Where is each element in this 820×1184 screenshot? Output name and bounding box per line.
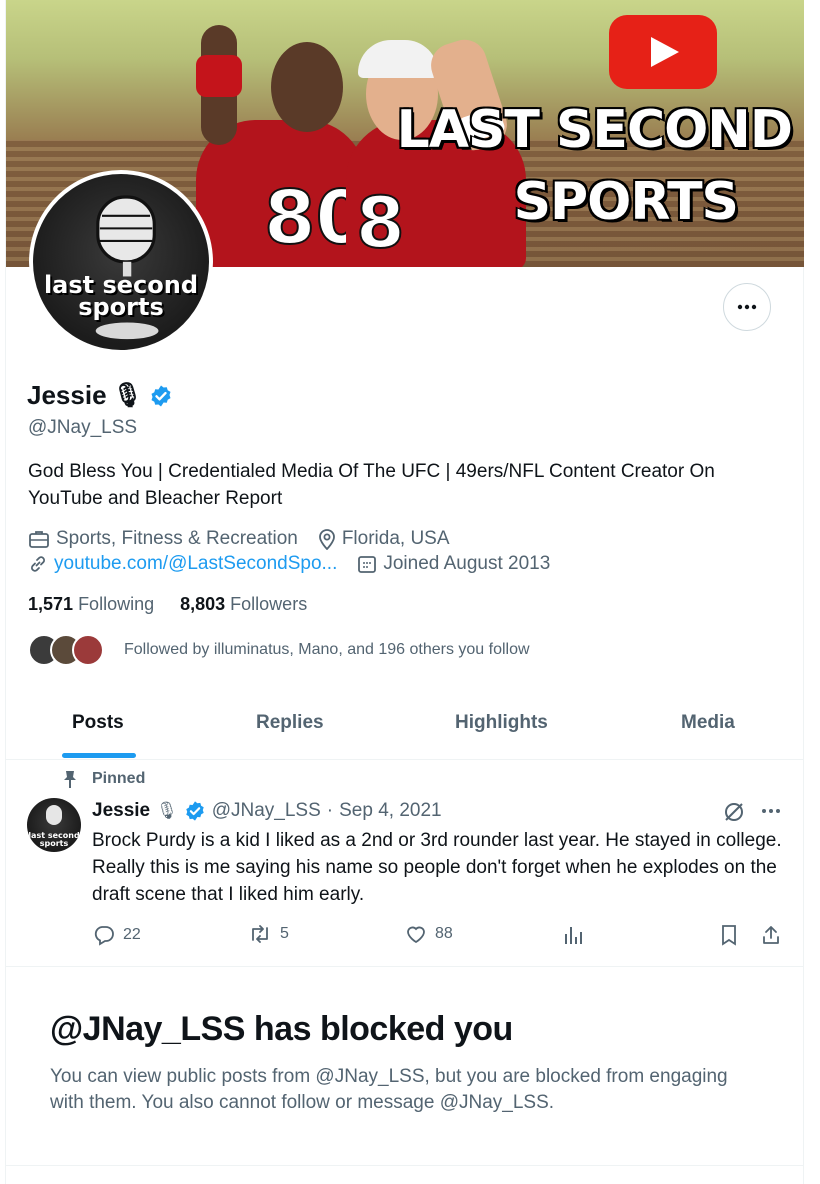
- location-text: Florida, USA: [341, 528, 450, 549]
- microphone-icon: last second sports: [28, 805, 80, 848]
- profile-bio: God Bless You | Credentialed Media Of Th…: [28, 461, 715, 509]
- tab-replies[interactable]: Replies: [256, 712, 324, 734]
- tab-posts[interactable]: Posts: [72, 712, 124, 734]
- jersey-number-right: 8: [355, 181, 406, 265]
- profile-name: Jessie: [27, 380, 107, 410]
- post-separator: ·: [326, 800, 334, 821]
- category-text: Sports, Fitness & Recreation: [56, 528, 298, 549]
- reply-icon: [94, 926, 114, 946]
- more-options-button[interactable]: [723, 283, 771, 331]
- profile-meta-row-1: Sports, Fitness & Recreation Florida, US…: [28, 528, 470, 550]
- blocked-message: You can view public posts from @JNay_LSS…: [50, 1066, 728, 1113]
- profile-category: Sports, Fitness & Recreation: [28, 528, 298, 550]
- bottom-divider: [6, 1165, 804, 1166]
- player-right-cap: [358, 40, 438, 78]
- profile-avatar[interactable]: last second sports: [29, 170, 213, 354]
- youtube-logo-icon: [609, 15, 717, 89]
- profile-joined: Joined August 2013: [357, 553, 550, 575]
- post-author-handle[interactable]: @JNay_LSS: [212, 800, 321, 822]
- avatar-logo-text: last second sports: [33, 273, 209, 321]
- reply-count: 22: [123, 926, 141, 943]
- link-icon: [31, 556, 45, 572]
- followers-link[interactable]: 8,803 Followers: [180, 594, 307, 615]
- profile-handle: @JNay_LSS: [28, 417, 138, 438]
- verified-badge-icon[interactable]: [149, 384, 173, 408]
- post-more-icon[interactable]: [761, 808, 781, 814]
- followers-label: Followers: [230, 594, 308, 614]
- profile-name-row: Jessie 🎙: [27, 380, 173, 411]
- repost-icon: [252, 925, 268, 943]
- joined-text: Joined August 2013: [383, 553, 551, 574]
- microphone-emoji: 🎙: [156, 801, 178, 820]
- heart-icon: [407, 926, 425, 944]
- share-icon: [763, 926, 779, 944]
- repost-button[interactable]: 5: [248, 924, 289, 944]
- grok-icon[interactable]: [722, 800, 746, 824]
- banner-title-line2: SPORTS: [513, 172, 739, 232]
- following-count: 1,571: [28, 594, 74, 614]
- pinned-label: Pinned: [92, 770, 146, 787]
- tab-media[interactable]: Media: [681, 712, 735, 734]
- views-button[interactable]: [563, 924, 583, 946]
- banner-title-line1: LAST SECOND: [396, 100, 793, 160]
- verified-badge-icon[interactable]: [184, 800, 206, 822]
- microphone-emoji: 🎙: [112, 382, 143, 409]
- location-pin-icon: [318, 529, 335, 550]
- pinned-indicator: Pinned: [62, 770, 145, 788]
- active-tab-indicator: [62, 753, 136, 758]
- follow-counts: 1,571 Following 8,803 Followers: [28, 594, 307, 615]
- briefcase-icon: [29, 531, 49, 548]
- profile-meta-row-2: youtube.com/@LastSecondSpo... Joined Aug…: [28, 553, 570, 575]
- like-count: 88: [435, 925, 453, 942]
- website-link[interactable]: youtube.com/@LastSecondSpo...: [54, 553, 337, 575]
- bookmark-button[interactable]: [720, 924, 738, 946]
- analytics-icon: [565, 927, 582, 944]
- post-divider: [6, 966, 804, 967]
- followed-by-text: Followed by illuminatus, Mano, and 196 o…: [124, 641, 530, 658]
- bookmark-icon: [722, 925, 736, 946]
- repost-count: 5: [280, 925, 289, 942]
- share-button[interactable]: [761, 924, 781, 946]
- post-text: Brock Purdy is a kid I liked as a 2nd or…: [92, 830, 782, 905]
- post-date[interactable]: Sep 4, 2021: [339, 800, 441, 822]
- avatar-image: last second sports: [33, 174, 209, 350]
- glove-left: [196, 55, 242, 97]
- calendar-icon: [358, 556, 377, 573]
- following-label: Following: [78, 594, 155, 614]
- post-actions: 22 5 88: [0, 922, 820, 952]
- microphone-icon: [95, 195, 159, 340]
- profile-location: Florida, USA: [318, 528, 450, 550]
- post-header: Jessie 🎙 @JNay_LSS · Sep 4, 2021: [92, 800, 442, 822]
- followed-by-row[interactable]: Followed by illuminatus, Mano, and 196 o…: [28, 634, 530, 666]
- followers-count: 8,803: [180, 594, 226, 614]
- post-author-name[interactable]: Jessie: [92, 800, 150, 822]
- tab-highlights[interactable]: Highlights: [455, 712, 548, 734]
- mutual-avatar: [72, 634, 104, 666]
- more-dots-icon: [737, 304, 757, 310]
- like-button[interactable]: 88: [405, 924, 453, 944]
- blocked-title: @JNay_LSS has blocked you: [50, 1010, 513, 1048]
- profile-website[interactable]: youtube.com/@LastSecondSpo...: [28, 553, 337, 575]
- player-left-head: [271, 42, 343, 132]
- reply-button[interactable]: 22: [93, 924, 141, 946]
- pin-icon: [64, 771, 76, 788]
- following-link[interactable]: 1,571 Following: [28, 594, 154, 615]
- mutual-avatars: [28, 634, 104, 666]
- svg-text:sports: sports: [40, 839, 69, 848]
- avatar-text-line2: sports: [78, 293, 164, 321]
- post-author-avatar[interactable]: last second sports: [27, 798, 81, 852]
